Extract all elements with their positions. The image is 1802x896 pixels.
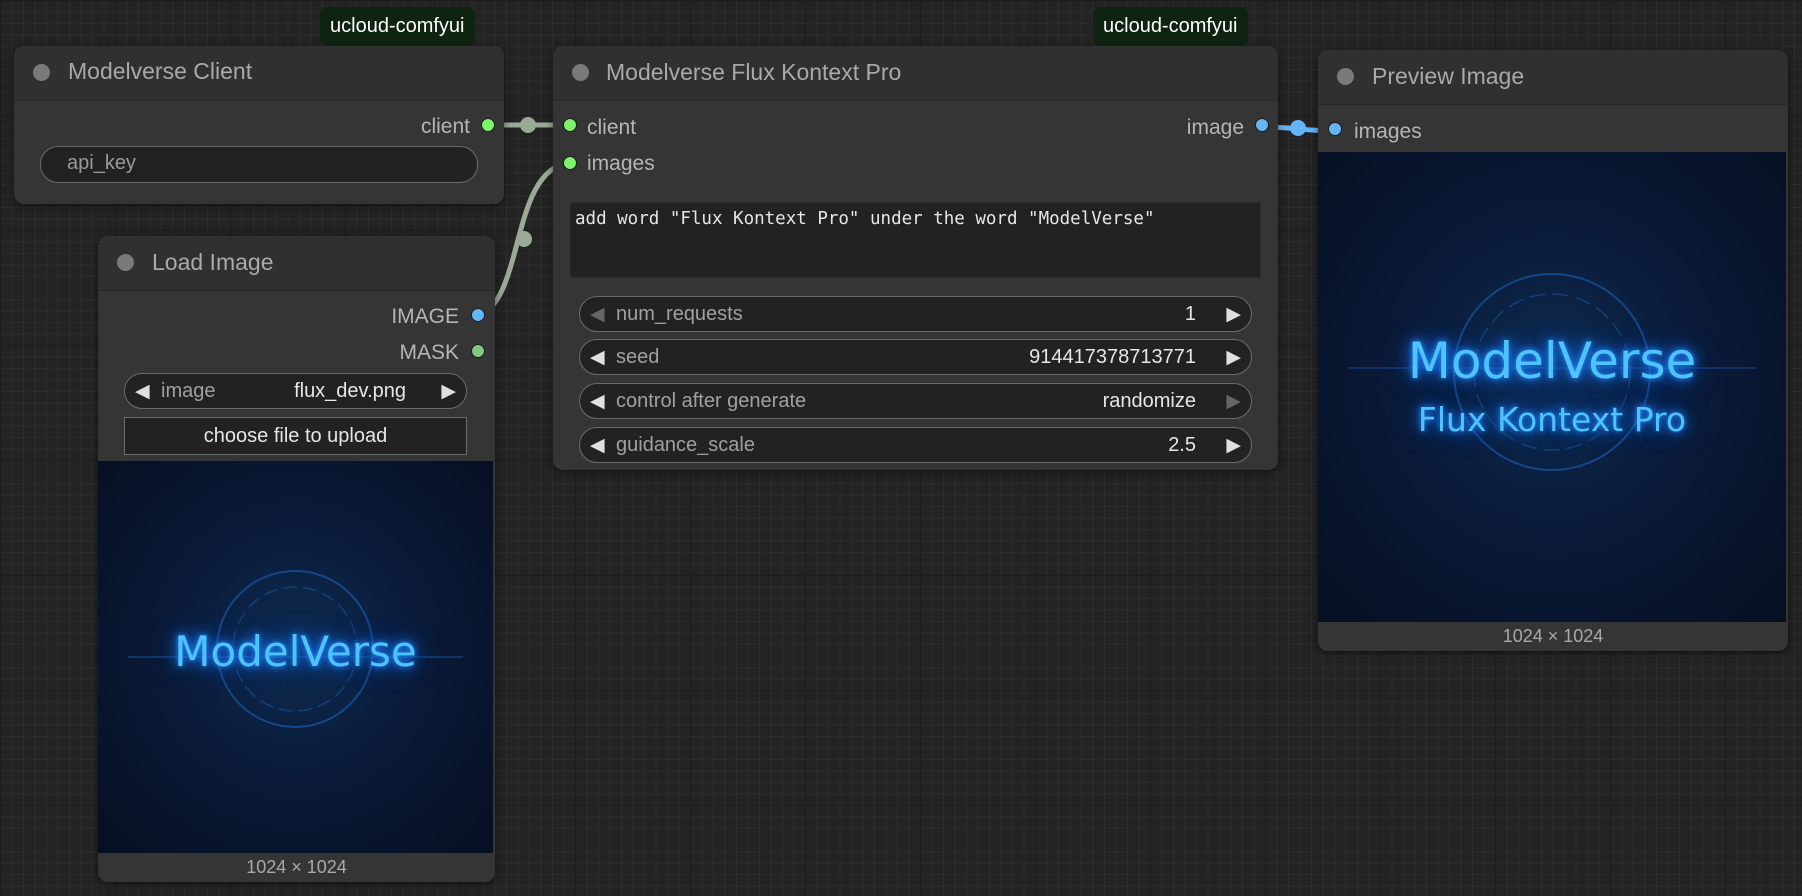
load-image-node[interactable]: Load Image IMAGE MASK ◀ image flux_dev.p… <box>98 236 495 882</box>
collapse-dot-icon[interactable] <box>33 64 50 81</box>
widget-value: flux_dev.png <box>294 380 406 402</box>
loaded-image-preview: ModelVerse <box>98 461 493 853</box>
input-slot-client[interactable] <box>563 118 577 132</box>
control-after-generate-widget[interactable]: ◀ control after generate randomize ▶ <box>579 383 1252 419</box>
wire-image-midpoint[interactable] <box>516 231 532 247</box>
increment-arrow-icon[interactable]: ▶ <box>1226 303 1241 326</box>
widget-label: num_requests <box>616 303 743 325</box>
preview-logo-text-line1: ModelVerse <box>1407 332 1697 390</box>
input-label-images: images <box>587 152 655 175</box>
image-size-label: 1024 × 1024 <box>1502 626 1604 646</box>
wire-client-midpoint[interactable] <box>520 117 536 133</box>
api-key-input[interactable]: api_key <box>40 146 478 183</box>
widget-label: image <box>161 380 216 402</box>
widget-value: randomize <box>1102 390 1196 412</box>
collapse-dot-icon[interactable] <box>1337 68 1354 85</box>
upload-file-button[interactable]: choose file to upload <box>124 417 467 455</box>
output-label-client: client <box>420 115 470 138</box>
output-label-image: image <box>1186 116 1244 139</box>
node-header[interactable]: Modelverse Client <box>14 46 504 101</box>
output-slot-mask[interactable] <box>471 344 485 358</box>
modelverse-client-node[interactable]: Modelverse Client client api_key <box>14 46 504 204</box>
preview-image-node[interactable]: Preview Image images ModelVerse Flux Kon… <box>1318 50 1788 651</box>
node-header[interactable]: Preview Image <box>1318 50 1788 105</box>
flux-kontext-pro-node[interactable]: Modelverse Flux Kontext Pro client image… <box>553 46 1278 470</box>
widget-label: guidance_scale <box>616 434 755 456</box>
input-slot-images[interactable] <box>563 156 577 170</box>
preview-logo-text-line2: Flux Kontext Pro <box>1417 400 1687 439</box>
input-label-images: images <box>1354 120 1422 143</box>
widget-value: 914417378713771 <box>1029 346 1196 368</box>
node-title: Modelverse Flux Kontext Pro <box>606 59 902 85</box>
num-requests-widget[interactable]: ◀ num_requests 1 ▶ <box>579 296 1252 332</box>
output-label-image: IMAGE <box>391 305 459 328</box>
widget-label: seed <box>616 346 660 368</box>
node-title: Load Image <box>152 249 274 275</box>
image-select-widget[interactable]: ◀ image flux_dev.png ▶ <box>124 373 467 409</box>
widget-value: 2.5 <box>1168 434 1196 456</box>
node-header[interactable]: Modelverse Flux Kontext Pro <box>553 46 1278 101</box>
output-slot-image[interactable] <box>471 308 485 322</box>
increment-arrow-icon[interactable]: ▶ <box>1226 390 1241 413</box>
decrement-arrow-icon[interactable]: ◀ <box>135 380 150 403</box>
collapse-dot-icon[interactable] <box>117 254 134 271</box>
preview-image: ModelVerse Flux Kontext Pro <box>1318 152 1786 622</box>
loaded-image-logo-text: ModelVerse <box>174 627 417 676</box>
collapse-dot-icon[interactable] <box>572 64 589 81</box>
decrement-arrow-icon[interactable]: ◀ <box>590 390 605 413</box>
node-title: Modelverse Client <box>68 58 253 84</box>
node-title: Preview Image <box>1372 63 1525 89</box>
increment-arrow-icon[interactable]: ▶ <box>1226 346 1241 369</box>
wire-preview-midpoint[interactable] <box>1290 120 1306 136</box>
decrement-arrow-icon[interactable]: ◀ <box>590 346 605 369</box>
decrement-arrow-icon[interactable]: ◀ <box>590 303 605 326</box>
widget-value: 1 <box>1184 303 1196 325</box>
input-label-client: client <box>587 116 637 139</box>
decrement-arrow-icon[interactable]: ◀ <box>590 434 605 457</box>
increment-arrow-icon[interactable]: ▶ <box>441 380 456 403</box>
widget-label: control after generate <box>616 390 807 412</box>
node-badge-client: ucloud-comfyui <box>320 7 475 46</box>
node-badge-flux: ucloud-comfyui <box>1093 7 1248 46</box>
node-header[interactable]: Load Image <box>98 236 495 291</box>
image-size-label: 1024 × 1024 <box>246 857 347 877</box>
output-slot-image[interactable] <box>1255 118 1269 132</box>
output-slot-client[interactable] <box>481 118 495 132</box>
input-slot-images[interactable] <box>1328 122 1342 136</box>
prompt-textarea[interactable]: add word "Flux Kontext Pro" under the wo… <box>570 202 1261 278</box>
guidance-scale-widget[interactable]: ◀ guidance_scale 2.5 ▶ <box>579 427 1252 463</box>
increment-arrow-icon[interactable]: ▶ <box>1226 434 1241 457</box>
seed-widget[interactable]: ◀ seed 914417378713771 ▶ <box>579 339 1252 375</box>
output-label-mask: MASK <box>399 341 459 364</box>
